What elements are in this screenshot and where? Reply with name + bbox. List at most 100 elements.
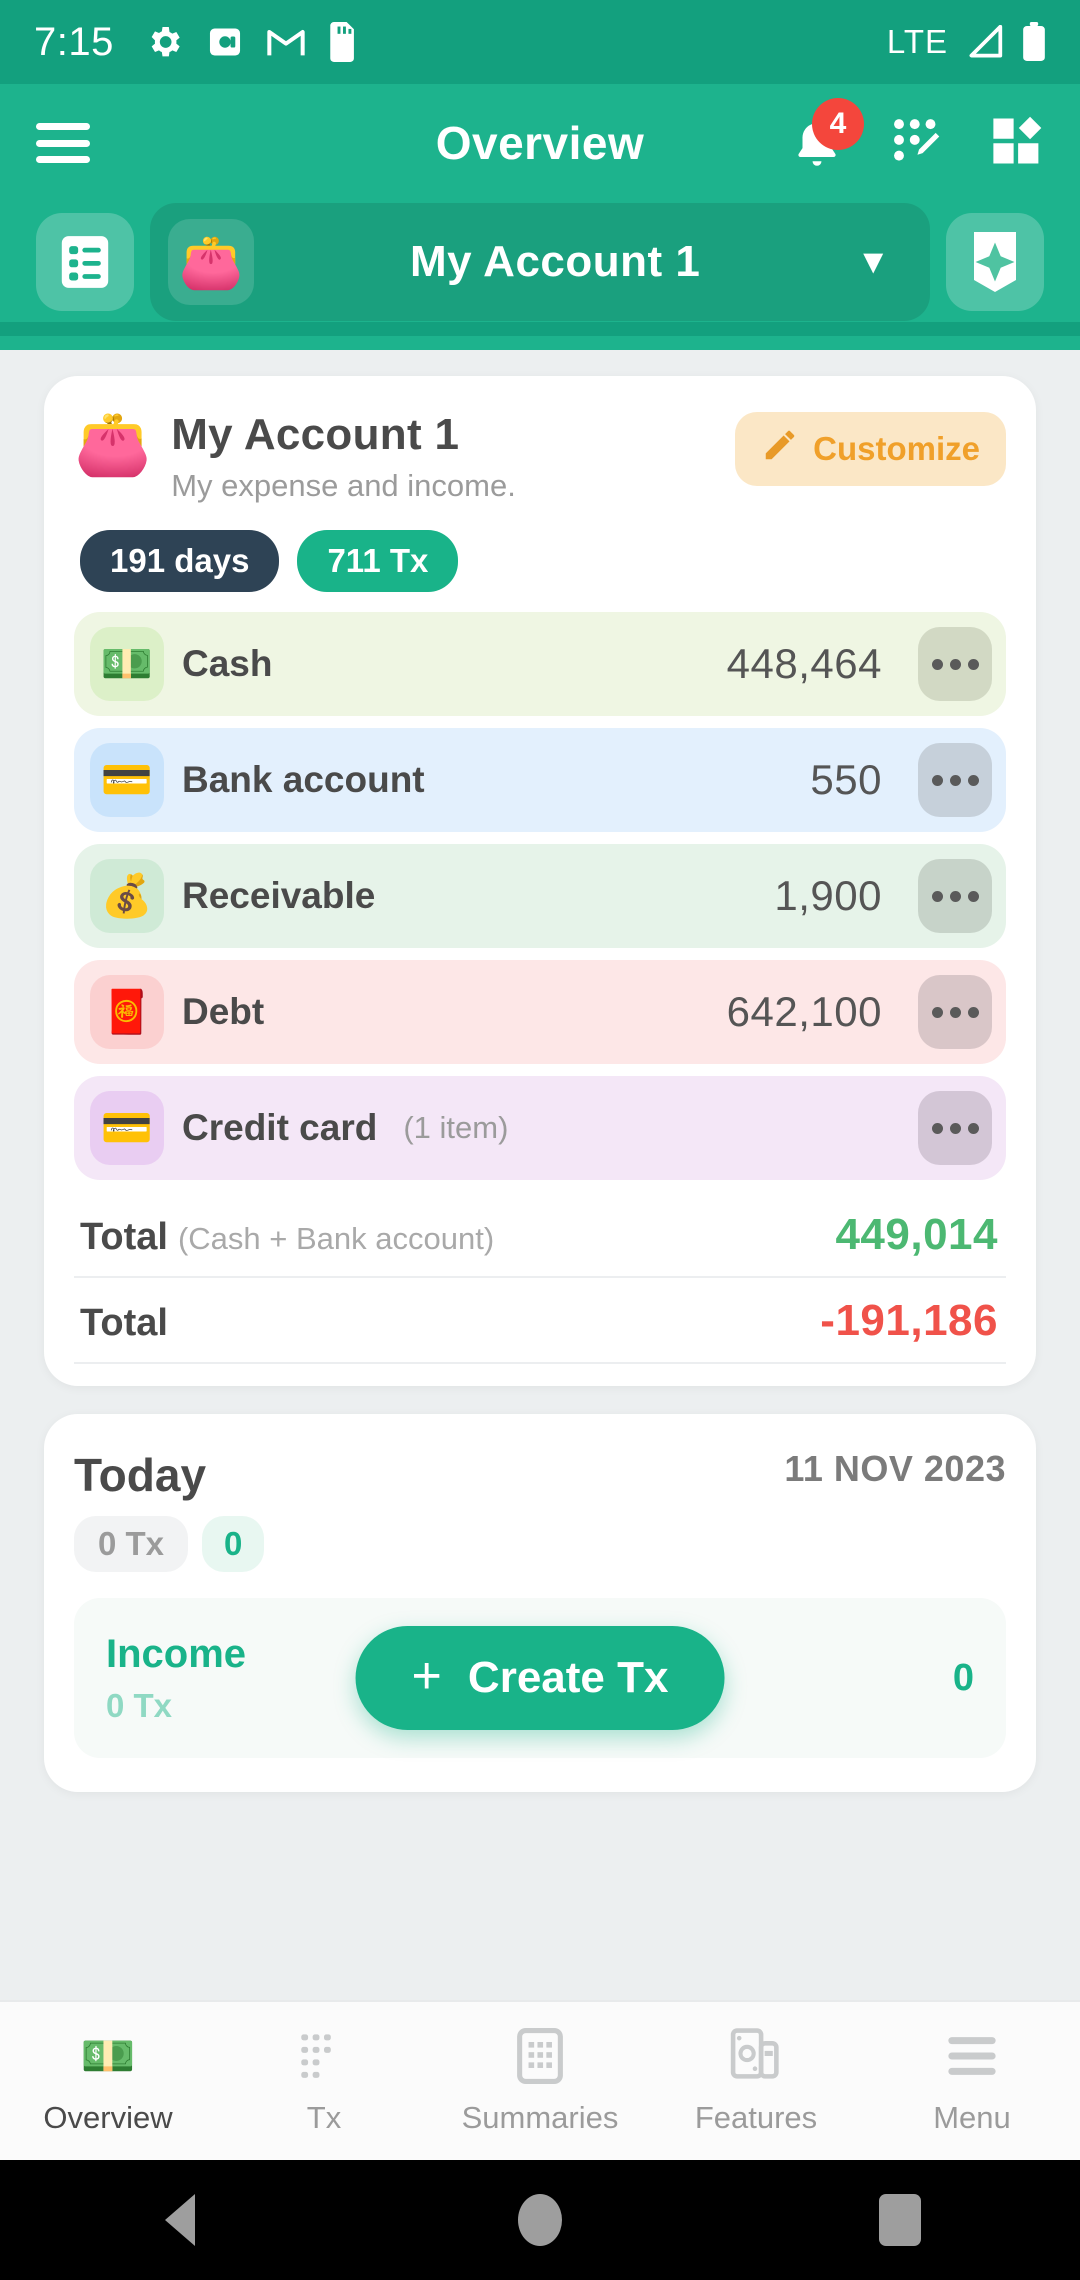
income-amount: 0 bbox=[952, 1656, 974, 1699]
back-triangle-icon[interactable] bbox=[120, 2160, 240, 2280]
battery-icon bbox=[1022, 22, 1046, 62]
nav-item-menu[interactable]: Menu bbox=[864, 2026, 1080, 2136]
row-amount: 1,900 bbox=[774, 872, 882, 919]
row-label: Receivable bbox=[182, 875, 376, 916]
bank-card-icon: 💳 bbox=[90, 743, 164, 817]
nav-label: Overview bbox=[43, 2100, 173, 2135]
status-time: 7:15 bbox=[34, 19, 114, 64]
cash-icon bbox=[730, 2026, 782, 2086]
gmail-icon bbox=[266, 24, 306, 60]
app-bar-top: Overview 4 bbox=[0, 84, 1080, 202]
today-header: Today 11 NOV 2023 bbox=[74, 1448, 1006, 1502]
wallet-icon: 👛 bbox=[168, 219, 254, 305]
hamburger-menu-icon[interactable] bbox=[36, 123, 90, 163]
row-amount: 642,100 bbox=[726, 988, 882, 1035]
row-more-button[interactable] bbox=[918, 975, 992, 1049]
today-card: Today 11 NOV 2023 0 Tx 0 Income 0 Tx 0 +… bbox=[44, 1414, 1036, 1792]
home-circle-icon[interactable] bbox=[480, 2160, 600, 2280]
money-icon: 💵 bbox=[80, 2032, 136, 2081]
table-row[interactable]: 💵 Cash 448,464 bbox=[74, 612, 1006, 716]
today-tx-chip: 0 Tx bbox=[74, 1516, 189, 1572]
account-selector-row: 👛 My Account 1 ▼ bbox=[0, 202, 1080, 322]
account-dropdown[interactable]: 👛 My Account 1 ▼ bbox=[150, 203, 930, 321]
wallet-icon: 👛 bbox=[74, 410, 152, 479]
total-value: -191,186 bbox=[820, 1296, 998, 1345]
table-row[interactable]: 💳 Credit card (1 item) bbox=[74, 1076, 1006, 1180]
row-label: Debt bbox=[182, 991, 265, 1032]
grid-icon bbox=[517, 2026, 563, 2086]
app-bar-actions: 4 bbox=[790, 98, 1044, 173]
today-amount-chip: 0 bbox=[202, 1516, 265, 1572]
tx-count-chip: 711 Tx bbox=[297, 530, 459, 592]
today-date: 11 NOV 2023 bbox=[784, 1448, 1006, 1489]
total-row-net: Total -191,186 bbox=[74, 1278, 1006, 1364]
status-right-cluster: LTE bbox=[887, 22, 1046, 62]
row-amount: 448,464 bbox=[726, 640, 882, 687]
nav-item-tx[interactable]: Tx bbox=[216, 2026, 432, 2136]
list-view-icon[interactable] bbox=[36, 213, 134, 311]
table-row[interactable]: 💳 Bank account 550 bbox=[74, 728, 1006, 832]
account-card-text: My Account 1 My expense and income. bbox=[171, 410, 715, 504]
sdcard-icon bbox=[328, 22, 358, 62]
app-bar: Overview 4 👛 My Account 1 ▼ bbox=[0, 84, 1080, 350]
nav-label: Features bbox=[694, 2100, 818, 2135]
nav-label: Summaries bbox=[461, 2100, 619, 2135]
menu-lines-icon bbox=[946, 2026, 998, 2086]
row-more-button[interactable] bbox=[918, 627, 992, 701]
today-chips: 0 Tx 0 bbox=[74, 1516, 1006, 1572]
account-name: My Account 1 bbox=[171, 410, 460, 459]
today-income-row[interactable]: Income 0 Tx 0 + Create Tx bbox=[74, 1598, 1006, 1758]
account-subtitle: My expense and income. bbox=[171, 468, 516, 503]
chevron-down-icon: ▼ bbox=[856, 242, 890, 281]
nav-label: Tx bbox=[306, 2100, 342, 2135]
row-label: Bank account bbox=[182, 759, 425, 800]
row-more-button[interactable] bbox=[918, 859, 992, 933]
pencil-icon bbox=[761, 426, 799, 472]
row-amount: 550 bbox=[810, 756, 882, 803]
status-bar: 7:15 LTE bbox=[0, 0, 1080, 84]
income-tx-count: 0 Tx bbox=[106, 1686, 173, 1724]
network-type: LTE bbox=[886, 23, 948, 60]
row-more-button[interactable] bbox=[918, 1091, 992, 1165]
table-row[interactable]: 💰 Receivable 1,900 bbox=[74, 844, 1006, 948]
account-rows: 💵 Cash 448,464 💳 Bank account 550 💰 Rece… bbox=[74, 612, 1006, 1180]
row-label: Cash bbox=[182, 643, 273, 684]
recents-square-icon[interactable] bbox=[840, 2160, 960, 2280]
row-label: Credit card bbox=[182, 1107, 378, 1148]
moneybag-icon: 💰 bbox=[90, 859, 164, 933]
income-text: Income 0 Tx bbox=[106, 1632, 246, 1725]
notifications-button[interactable]: 4 bbox=[790, 98, 864, 172]
days-chip: 191 days bbox=[80, 530, 280, 592]
app-bar-underline bbox=[0, 322, 1080, 336]
total-label: Total bbox=[80, 1216, 168, 1258]
table-row[interactable]: 🧧 Debt 642,100 bbox=[74, 960, 1006, 1064]
selected-account-name: My Account 1 bbox=[409, 237, 701, 286]
apps-grid-icon[interactable] bbox=[990, 114, 1044, 173]
credit-card-icon: 💳 bbox=[90, 1091, 164, 1165]
create-tx-button[interactable]: + Create Tx bbox=[355, 1626, 725, 1730]
total-value: 449,014 bbox=[835, 1210, 998, 1259]
total-row-liquid: Total (Cash + Bank account) 449,014 bbox=[74, 1192, 1006, 1278]
plus-icon: + bbox=[411, 1647, 442, 1705]
income-label: Income bbox=[106, 1631, 247, 1676]
phone-screen: 7:15 LTE Overview 4 👛 My Account 1 ▼ 👛 M… bbox=[0, 0, 1080, 2280]
scroll-content[interactable]: 👛 My Account 1 My expense and income. Cu… bbox=[0, 350, 1080, 2030]
total-note: (Cash + Bank account) bbox=[177, 1221, 495, 1256]
android-navigation-bar bbox=[0, 2160, 1080, 2280]
nav-item-overview[interactable]: 💵 Overview bbox=[0, 2026, 216, 2136]
account-card-header: 👛 My Account 1 My expense and income. Cu… bbox=[74, 410, 1006, 504]
nav-item-summaries[interactable]: Summaries bbox=[432, 2026, 648, 2136]
customize-button[interactable]: Customize bbox=[735, 412, 1006, 486]
sparkle-icon[interactable] bbox=[946, 213, 1044, 311]
bottom-navigation: 💵 Overview Tx Summaries Features Menu bbox=[0, 2000, 1080, 2160]
nav-label: Menu bbox=[933, 2100, 1011, 2135]
account-summary-card: 👛 My Account 1 My expense and income. Cu… bbox=[44, 376, 1036, 1386]
nav-item-features[interactable]: Features bbox=[648, 2026, 864, 2136]
today-title: Today bbox=[74, 1449, 207, 1501]
row-more-button[interactable] bbox=[918, 743, 992, 817]
total-label: Total bbox=[80, 1302, 168, 1344]
screenshot-icon bbox=[206, 23, 244, 61]
edit-grid-icon[interactable] bbox=[890, 114, 944, 173]
signal-icon bbox=[966, 25, 1004, 59]
row-item-count: (1 item) bbox=[403, 1110, 509, 1145]
